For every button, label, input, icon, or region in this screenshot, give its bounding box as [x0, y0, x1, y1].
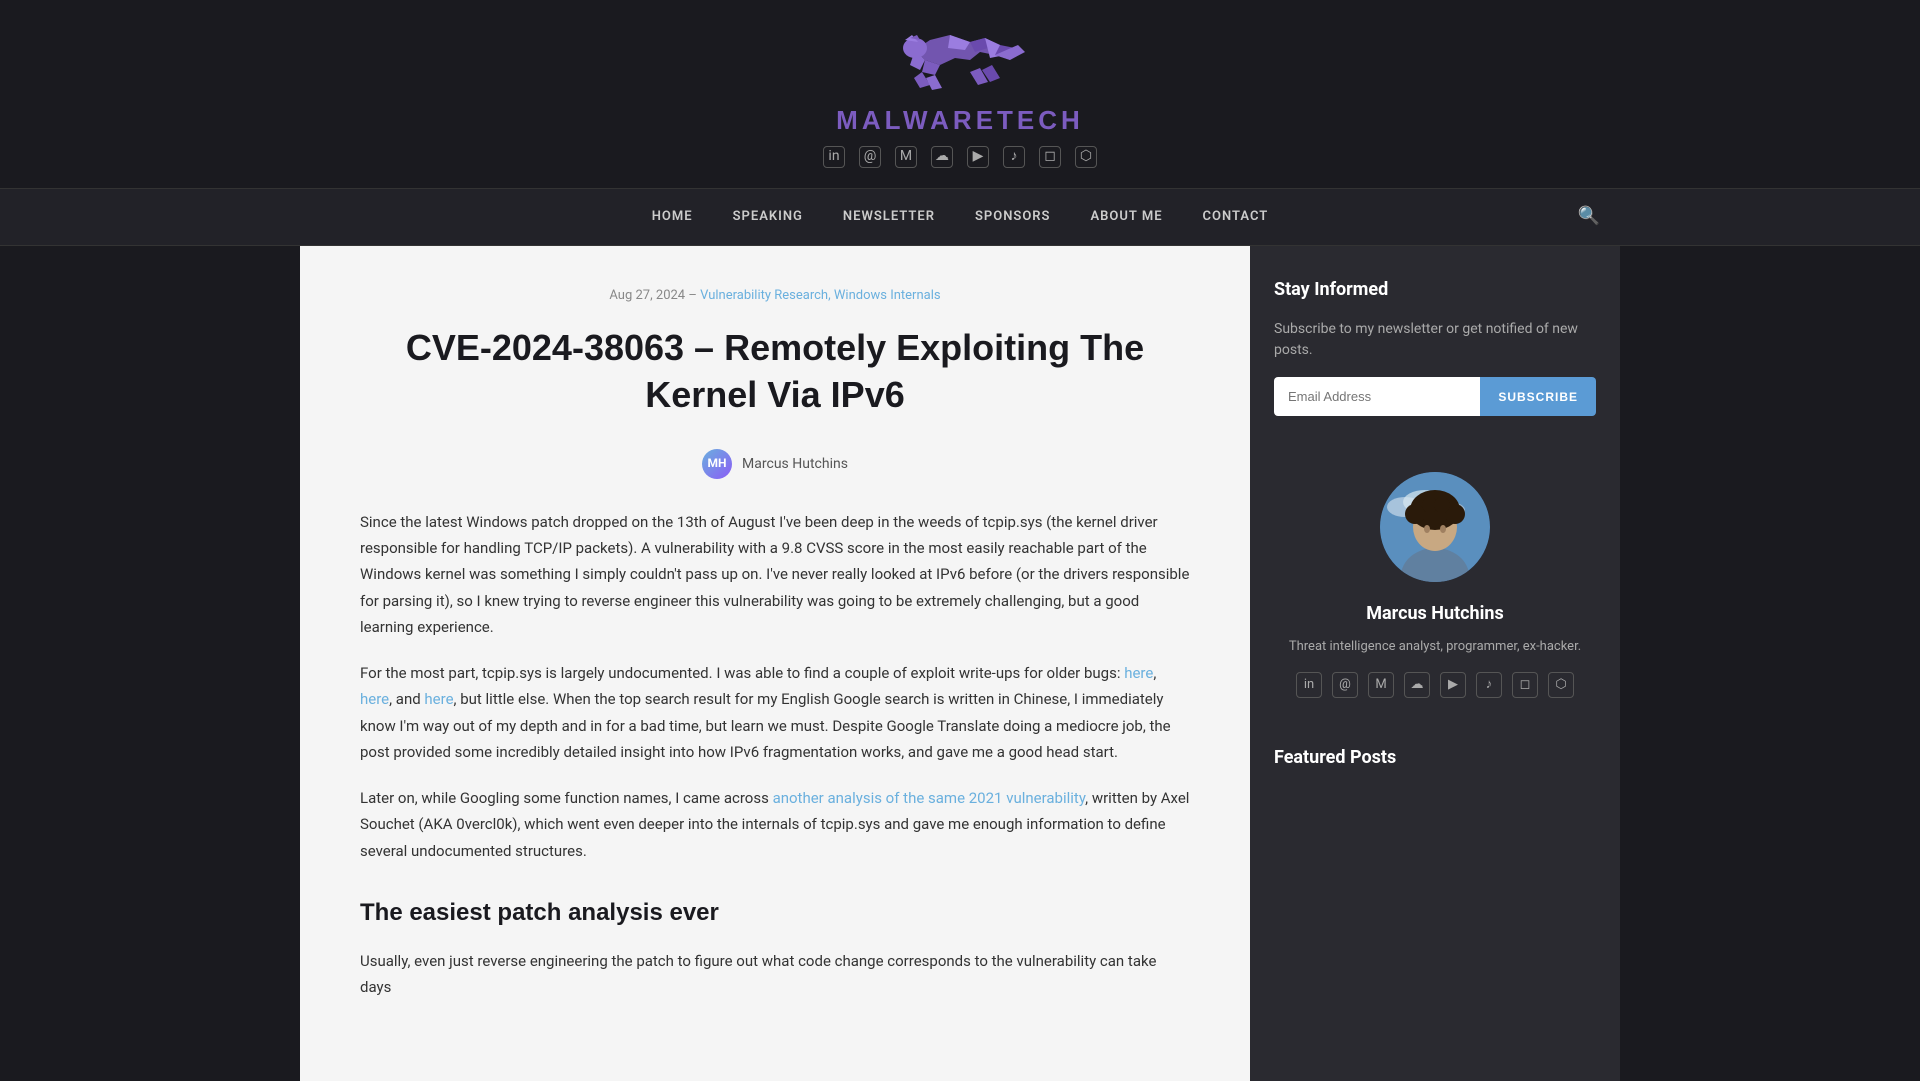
author-card: Marcus Hutchins Threat intelligence anal…	[1274, 452, 1596, 708]
site-header: MALWARETECH in @ M ☁ ▶ ♪ ◻ ⬡	[0, 0, 1920, 188]
nav-newsletter[interactable]: NEWSLETTER	[823, 189, 955, 246]
sidebar-author-section: Marcus Hutchins Threat intelligence anal…	[1274, 452, 1596, 708]
link-analysis[interactable]: another analysis of the same 2021 vulner…	[773, 789, 1086, 807]
site-logo-text[interactable]: MALWARETECH	[836, 100, 1084, 142]
nav-home[interactable]: HOME	[632, 189, 713, 246]
post-paragraph-1: Since the latest Windows patch dropped o…	[360, 509, 1190, 640]
logo-text-plain: TECH	[997, 105, 1084, 135]
author-card-avatar	[1380, 472, 1490, 582]
post-date: Aug 27, 2024	[609, 288, 685, 303]
header-social-icons: in @ M ☁ ▶ ♪ ◻ ⬡	[20, 146, 1900, 168]
link-here-1[interactable]: here	[1124, 664, 1153, 682]
logo-panther-icon	[870, 30, 1050, 100]
author-blog-icon[interactable]: ☁	[1404, 672, 1430, 698]
post-separator: –	[688, 288, 700, 303]
main-wrapper: Aug 27, 2024 – Vulnerability Research, W…	[300, 246, 1620, 1080]
author-linkedin-icon[interactable]: in	[1296, 672, 1322, 698]
post-body: Since the latest Windows patch dropped o…	[360, 509, 1190, 1001]
email-subscribe-row: SUBSCRIBE	[1274, 377, 1596, 416]
sidebar-newsletter-section: Stay Informed Subscribe to my newsletter…	[1274, 276, 1596, 416]
twitch-icon[interactable]: ⬡	[1075, 146, 1097, 168]
mastodon-icon[interactable]: M	[895, 146, 917, 168]
nav-sponsors[interactable]: SPONSORS	[955, 189, 1071, 246]
nav-contact[interactable]: CONTACT	[1183, 189, 1289, 246]
author-card-name: Marcus Hutchins	[1366, 600, 1503, 629]
post-section-heading: The easiest patch analysis ever	[360, 894, 1190, 932]
author-line: MH Marcus Hutchins	[360, 449, 1190, 479]
logo-container: MALWARETECH	[20, 30, 1900, 142]
author-tiktok-icon[interactable]: ♪	[1476, 672, 1502, 698]
author-youtube-icon[interactable]: ▶	[1440, 672, 1466, 698]
post-paragraph-4: Usually, even just reverse engineering t…	[360, 948, 1190, 1001]
author-mastodon-icon[interactable]: M	[1368, 672, 1394, 698]
author-social-icons: in @ M ☁ ▶ ♪ ◻ ⬡	[1296, 672, 1574, 698]
author-name[interactable]: Marcus Hutchins	[742, 453, 848, 475]
author-email-icon[interactable]: @	[1332, 672, 1358, 698]
sidebar: Stay Informed Subscribe to my newsletter…	[1250, 246, 1620, 1080]
avatar-svg	[1380, 472, 1490, 582]
blog-icon[interactable]: ☁	[931, 146, 953, 168]
newsletter-desc: Subscribe to my newsletter or get notifi…	[1274, 319, 1596, 361]
post-paragraph-2: For the most part, tcpip.sys is largely …	[360, 660, 1190, 765]
article-main: Aug 27, 2024 – Vulnerability Research, W…	[300, 246, 1250, 1080]
email-icon[interactable]: @	[859, 146, 881, 168]
nav-about[interactable]: ABOUT ME	[1071, 189, 1183, 246]
post-paragraph-3: Later on, while Googling some function n…	[360, 785, 1190, 864]
author-twitch-icon[interactable]: ⬡	[1548, 672, 1574, 698]
sidebar-featured-section: Featured Posts	[1274, 744, 1596, 773]
author-card-desc: Threat intelligence analyst, programmer,…	[1289, 637, 1581, 657]
email-input[interactable]	[1274, 377, 1480, 416]
newsletter-title: Stay Informed	[1274, 276, 1596, 305]
youtube-icon[interactable]: ▶	[967, 146, 989, 168]
linkedin-icon[interactable]: in	[823, 146, 845, 168]
main-nav: HOME SPEAKING NEWSLETTER SPONSORS ABOUT …	[0, 188, 1920, 247]
instagram-icon[interactable]: ◻	[1039, 146, 1061, 168]
link-here-2[interactable]: here	[360, 690, 389, 708]
subscribe-button[interactable]: SUBSCRIBE	[1480, 377, 1596, 416]
post-categories[interactable]: Vulnerability Research, Windows Internal…	[700, 288, 940, 303]
link-here-3[interactable]: here	[424, 690, 453, 708]
search-icon[interactable]: 🔍	[1578, 203, 1600, 232]
tiktok-icon[interactable]: ♪	[1003, 146, 1025, 168]
author-instagram-icon[interactable]: ◻	[1512, 672, 1538, 698]
logo-text-colored: MALWARE	[836, 105, 997, 135]
nav-speaking[interactable]: SPEAKING	[713, 189, 823, 246]
author-avatar-small: MH	[702, 449, 732, 479]
post-meta: Aug 27, 2024 – Vulnerability Research, W…	[360, 286, 1190, 307]
featured-posts-title: Featured Posts	[1274, 744, 1596, 773]
post-title: CVE-2024-38063 – Remotely Exploiting The…	[360, 325, 1190, 419]
